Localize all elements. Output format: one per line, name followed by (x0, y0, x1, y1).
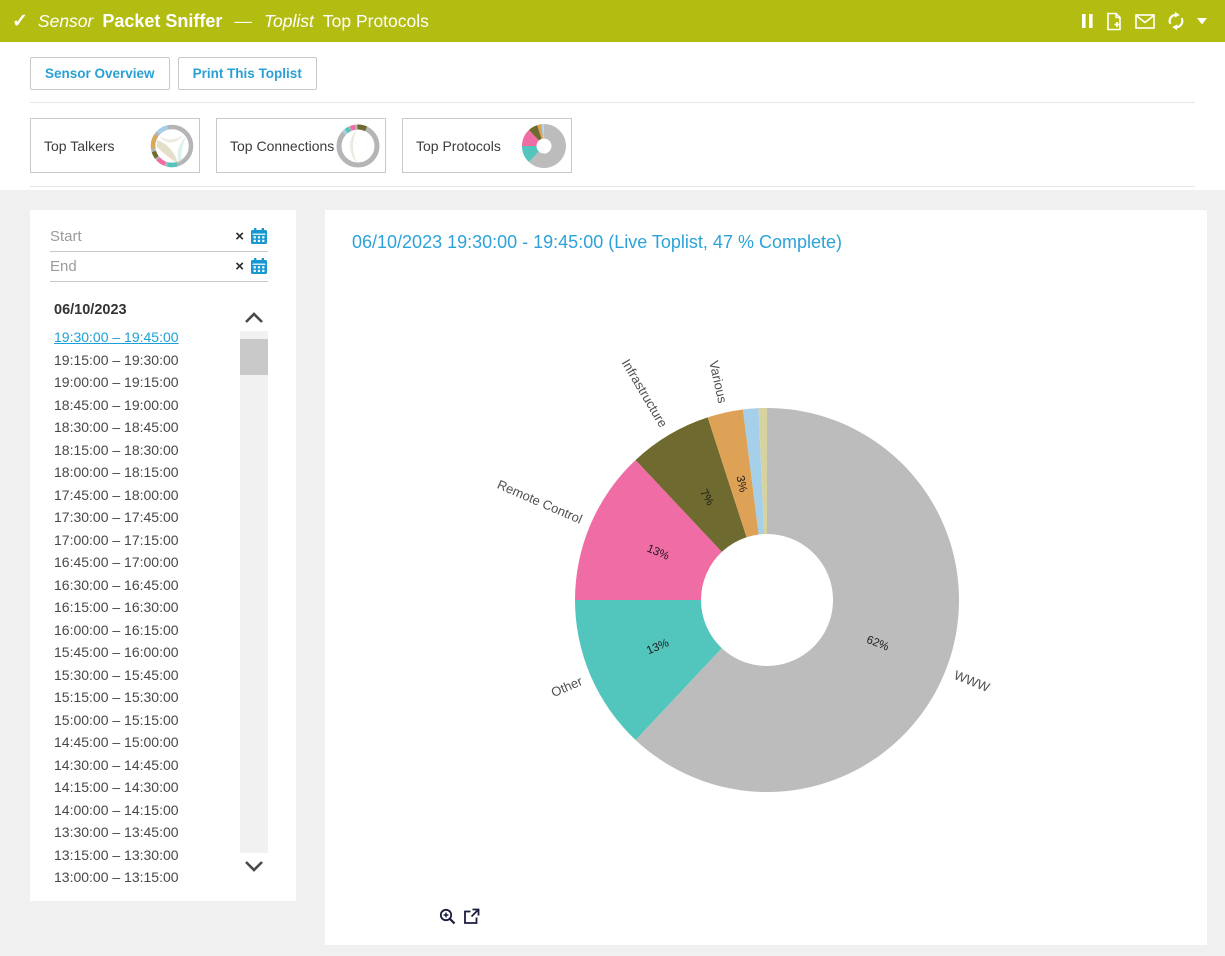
calendar-icon (250, 258, 268, 275)
time-range-link[interactable]: 15:45:00 – 16:00:00 (54, 644, 179, 660)
time-range-link[interactable]: 15:00:00 – 15:15:00 (54, 712, 179, 728)
scroll-up-button[interactable] (240, 304, 268, 331)
sensor-name: Packet Sniffer (102, 11, 222, 32)
time-range-link[interactable]: 17:30:00 – 17:45:00 (54, 509, 179, 525)
sensor-header-bar: ✓ Sensor Packet Sniffer — Toplist Top Pr… (0, 0, 1225, 42)
report-button[interactable] (1105, 12, 1124, 31)
start-date-input[interactable] (50, 228, 233, 245)
envelope-icon (1135, 14, 1155, 29)
toplist-tab-cards: Top Talkers Top Connections (30, 118, 572, 173)
chevron-up-icon (243, 311, 265, 324)
time-range-link[interactable]: 19:15:00 – 19:30:00 (54, 352, 179, 368)
separator: — (234, 11, 252, 32)
chart-actions (439, 908, 480, 925)
time-range-link[interactable]: 16:00:00 – 16:15:00 (54, 622, 179, 638)
time-range-link[interactable]: 17:45:00 – 18:00:00 (54, 487, 179, 503)
time-range-link[interactable]: 17:00:00 – 17:15:00 (54, 532, 179, 548)
email-button[interactable] (1135, 14, 1155, 29)
pause-button[interactable] (1081, 13, 1094, 29)
end-date-input[interactable] (50, 258, 233, 275)
toplist-date-panel: × × (30, 210, 296, 901)
end-date-row: × (50, 252, 268, 282)
page-header-section: Sensor Overview Print This Toplist Top T… (0, 42, 1225, 190)
toplist-name: Top Protocols (323, 11, 429, 32)
sensor-overview-button[interactable]: Sensor Overview (30, 57, 170, 90)
time-range-link[interactable]: 16:30:00 – 16:45:00 (54, 577, 179, 593)
pause-icon (1081, 13, 1094, 29)
chart-title: 06/10/2023 19:30:00 - 19:45:00 (Live Top… (352, 232, 842, 253)
page: { "header": { "check_icon": "✓", "sensor… (0, 0, 1225, 956)
time-range-link[interactable]: 13:00:00 – 13:15:00 (54, 869, 179, 885)
time-range-link[interactable]: 18:30:00 – 18:45:00 (54, 419, 179, 435)
slice-name-label: Infrastructure (619, 356, 671, 430)
slice-name-label: Remote Control (495, 477, 585, 527)
scrollbar-thumb[interactable] (240, 339, 268, 375)
tab-label: Top Connections (217, 138, 335, 154)
tab-label: Top Protocols (403, 138, 521, 154)
scroll-down-button[interactable] (240, 853, 268, 880)
slice-name-label: WWW (952, 667, 992, 695)
chevron-down-icon (243, 860, 265, 873)
refresh-button[interactable] (1166, 11, 1186, 31)
time-range-link[interactable]: 18:45:00 – 19:00:00 (54, 397, 179, 413)
status-ok-check-icon: ✓ (12, 10, 28, 33)
time-range-link[interactable]: 14:00:00 – 14:15:00 (54, 802, 179, 818)
start-calendar-button[interactable] (250, 228, 268, 245)
tab-label: Top Talkers (31, 138, 149, 154)
toplist-chart-panel: 06/10/2023 19:30:00 - 19:45:00 (Live Top… (325, 210, 1207, 945)
protocols-pie-icon (521, 123, 567, 169)
slice-name-label: Other (549, 673, 585, 700)
zoom-chart-button[interactable] (439, 908, 456, 925)
clear-start-icon[interactable]: × (235, 229, 244, 244)
tab-top-connections[interactable]: Top Connections (216, 118, 386, 173)
external-link-icon (463, 908, 480, 925)
clear-end-icon[interactable]: × (235, 259, 244, 274)
tab-top-protocols[interactable]: Top Protocols (402, 118, 572, 173)
time-range-link[interactable]: 14:30:00 – 14:45:00 (54, 757, 179, 773)
protocols-donut-chart: 62%WWW13%Other13%Remote Control7%Infrast… (325, 265, 1207, 915)
print-toplist-button[interactable]: Print This Toplist (178, 57, 317, 90)
calendar-icon (250, 228, 268, 245)
end-calendar-button[interactable] (250, 258, 268, 275)
time-range-link[interactable]: 18:15:00 – 18:30:00 (54, 442, 179, 458)
caret-down-icon (1197, 18, 1207, 25)
divider (30, 102, 1195, 103)
zoom-in-icon (439, 908, 456, 925)
time-range-link[interactable]: 18:00:00 – 18:15:00 (54, 464, 179, 480)
time-range-link[interactable]: 13:30:00 – 13:45:00 (54, 824, 179, 840)
time-range-link[interactable]: 14:15:00 – 14:30:00 (54, 779, 179, 795)
list-scrollbar (240, 304, 268, 880)
sensor-label: Sensor (38, 11, 93, 32)
time-range-link[interactable]: 13:15:00 – 13:30:00 (54, 847, 179, 863)
chord-diagram-icon (149, 123, 195, 169)
divider (30, 186, 1195, 187)
start-date-row: × (50, 222, 268, 252)
time-range-link[interactable]: 15:30:00 – 15:45:00 (54, 667, 179, 683)
scrollbar-track[interactable] (240, 331, 268, 853)
toolbar: Sensor Overview Print This Toplist (30, 57, 317, 90)
tab-top-talkers[interactable]: Top Talkers (30, 118, 200, 173)
slice-name-label: Various (706, 359, 730, 405)
time-range-link[interactable]: 15:15:00 – 15:30:00 (54, 689, 179, 705)
refresh-menu-caret[interactable] (1197, 18, 1207, 25)
open-external-button[interactable] (463, 908, 480, 925)
refresh-icon (1166, 11, 1186, 31)
time-range-link[interactable]: 19:00:00 – 19:15:00 (54, 374, 179, 390)
toplist-label: Toplist (264, 11, 314, 32)
time-range-link[interactable]: 14:45:00 – 15:00:00 (54, 734, 179, 750)
time-range-link[interactable]: 16:15:00 – 16:30:00 (54, 599, 179, 615)
chord-diagram-icon (335, 123, 381, 169)
time-range-link[interactable]: 19:30:00 – 19:45:00 (54, 329, 179, 345)
report-file-plus-icon (1105, 12, 1124, 31)
time-range-link[interactable]: 16:45:00 – 17:00:00 (54, 554, 179, 570)
